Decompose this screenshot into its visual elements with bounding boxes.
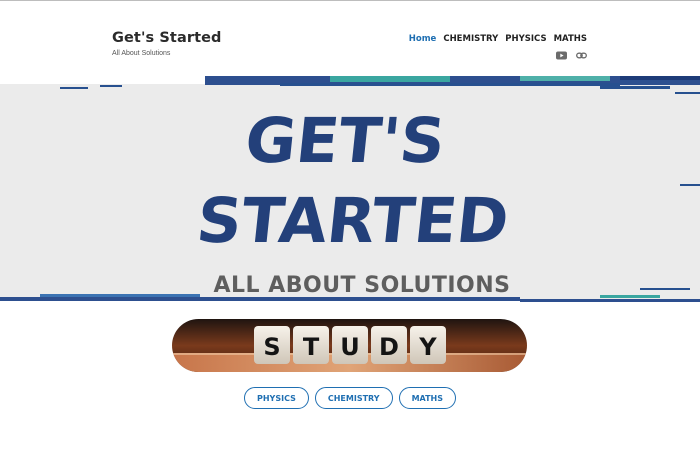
- site-tagline: All About Solutions: [112, 50, 171, 57]
- banner-line-gets: GET'S: [242, 104, 449, 177]
- study-dice-image: S T U D Y: [172, 319, 527, 372]
- youtube-icon[interactable]: [556, 51, 567, 60]
- banner-line-started: STARTED: [193, 184, 512, 257]
- maths-button[interactable]: MATHS: [398, 387, 457, 409]
- dice-letter-u: U: [340, 333, 360, 361]
- dice-letter-t: T: [303, 333, 320, 361]
- nav-item-home[interactable]: Home: [409, 34, 437, 44]
- nav-item-physics[interactable]: PHYSICS: [505, 34, 546, 44]
- banner-subtitle: ALL ABOUT SOLUTIONS: [213, 273, 510, 298]
- brush-stroke-art: GET'S STARTED ALL ABOUT SOLUTIONS: [0, 76, 700, 306]
- hero-banner: GET'S STARTED ALL ABOUT SOLUTIONS: [0, 76, 700, 306]
- subject-buttons: PHYSICS CHEMISTRY MATHS: [0, 387, 700, 409]
- site-title[interactable]: Get's Started: [112, 30, 222, 46]
- dice-letter-d: D: [379, 333, 399, 361]
- link-icon[interactable]: [576, 51, 587, 60]
- nav-item-chemistry[interactable]: CHEMISTRY: [443, 34, 498, 44]
- top-border: [0, 0, 700, 1]
- dice-letter-y: Y: [418, 333, 437, 361]
- dice-letter-s: S: [263, 333, 280, 361]
- physics-button[interactable]: PHYSICS: [243, 387, 309, 409]
- chemistry-button[interactable]: CHEMISTRY: [314, 387, 393, 409]
- main-nav: Home CHEMISTRY PHYSICS MATHS: [409, 34, 587, 44]
- social-links: [556, 51, 587, 60]
- nav-item-maths[interactable]: MATHS: [554, 34, 587, 44]
